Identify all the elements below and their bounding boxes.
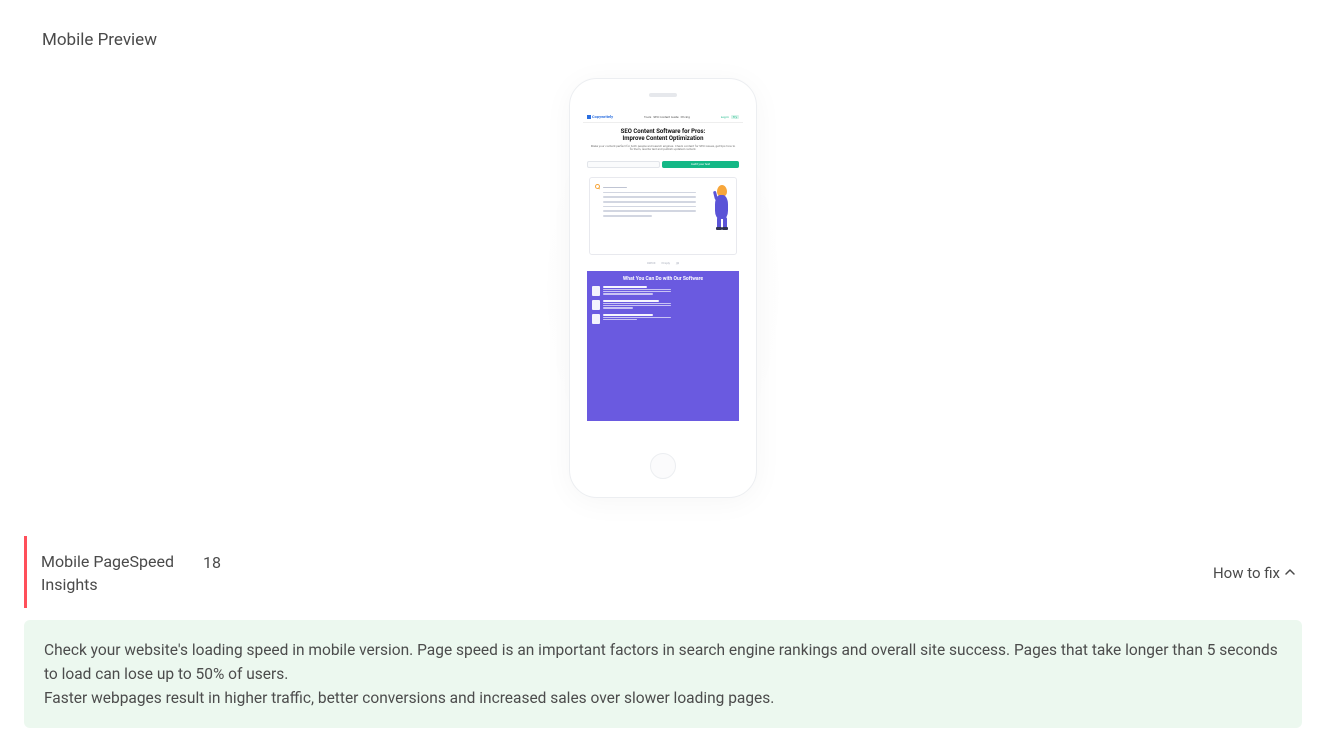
url-input [587,161,660,168]
person-illustration-icon [701,183,731,249]
pagespeed-insights-card: Mobile PageSpeed Insights 18 How to fix … [16,536,1310,728]
tip-text-2: Faster webpages result in higher traffic… [44,686,1282,710]
brand-logos-row: OWOX Preply jiji [583,259,743,269]
tip-text-1: Check your website's loading speed in mo… [44,638,1282,686]
search-icon [595,184,600,189]
site-nav: Tools SEO Content Guide Pricing [644,115,690,119]
pagespeed-label: Mobile PageSpeed Insights [41,550,181,596]
feature-item [592,314,734,324]
audit-button: Audit your text [662,161,739,168]
document-icon [592,286,600,296]
mobile-preview-heading: Mobile Preview [16,0,1310,50]
illustration-card [589,177,737,255]
tip-box: Check your website's loading speed in mo… [24,620,1302,728]
phone-speaker-icon [649,93,677,97]
chevron-up-icon [1284,564,1296,582]
site-auth: Log in Try [721,115,739,119]
phone-screen: Copywritely Tools SEO Content Guide Pric… [583,111,743,421]
hero-title-line2: Improve Content Optimization [585,136,741,143]
hero-section: SEO Content Software for Pros: Improve C… [583,123,743,158]
hero-cta-row: Audit your text [583,158,743,171]
phone-preview-area: Copywritely Tools SEO Content Guide Pric… [16,78,1310,498]
phone-frame: Copywritely Tools SEO Content Guide Pric… [569,78,757,498]
feature-item [592,286,734,296]
feature-item [592,300,734,310]
pagespeed-score: 18 [203,550,221,574]
hero-subtitle: Make your content perfect for both peopl… [585,143,741,154]
features-section: What You Can Do with Our Software [587,271,739,421]
phone-home-button-icon [650,453,676,479]
site-logo: Copywritely [587,114,613,119]
how-to-fix-toggle[interactable]: How to fix [1213,564,1296,582]
features-title: What You Can Do with Our Software [592,276,734,282]
document-icon [592,314,600,324]
document-icon [592,300,600,310]
